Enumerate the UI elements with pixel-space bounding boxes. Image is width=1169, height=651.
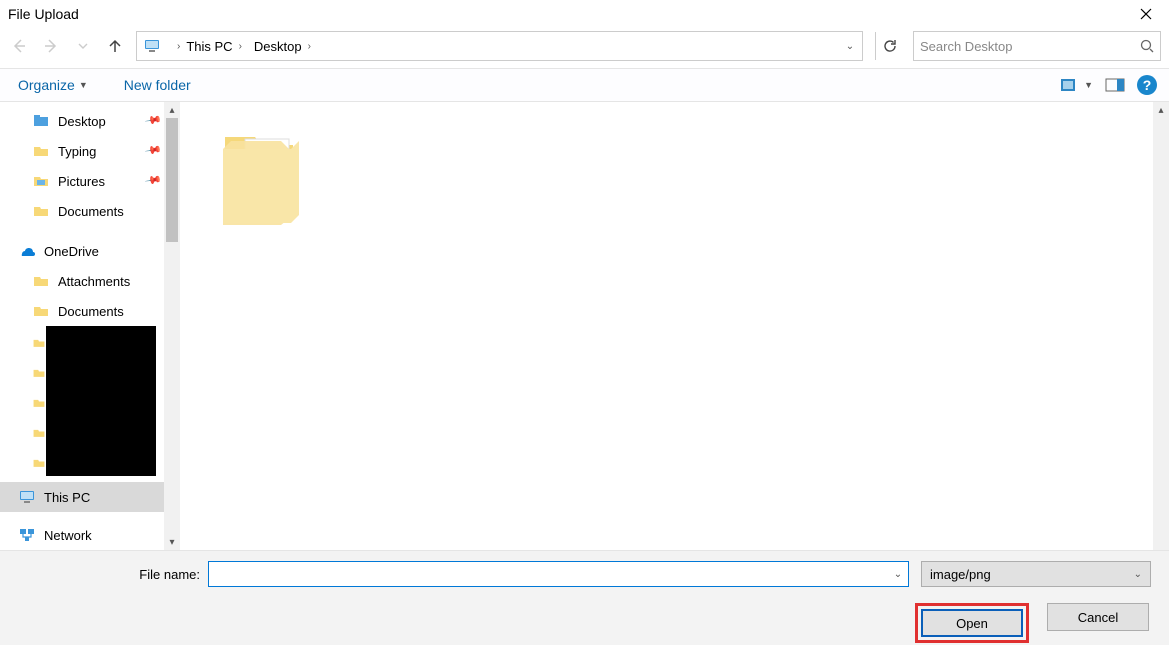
folder-icon — [32, 366, 46, 380]
pin-icon: 📌 — [144, 171, 166, 192]
sidebar-scrollbar-thumb[interactable] — [166, 102, 178, 242]
cancel-label: Cancel — [1078, 610, 1118, 625]
close-button[interactable] — [1123, 0, 1169, 28]
forward-button[interactable] — [40, 35, 62, 57]
tree-item-od-documents[interactable]: Documents — [0, 296, 164, 326]
chevron-down-icon: ▼ — [79, 80, 88, 90]
organize-label: Organize — [18, 77, 75, 93]
folder-icon — [32, 456, 46, 470]
folder-icon — [32, 142, 50, 160]
file-name-label: File name: — [18, 567, 208, 582]
preview-pane-button[interactable] — [1105, 77, 1125, 93]
chevron-down-icon[interactable]: ▼ — [1084, 80, 1093, 90]
folder-icon — [32, 172, 50, 190]
pin-icon: 📌 — [144, 141, 166, 162]
tree-label: This PC — [44, 490, 90, 505]
tree-label: Network — [44, 528, 92, 543]
file-type-filter[interactable]: image/png ⌄ — [921, 561, 1151, 587]
tree-item-typing[interactable]: Typing 📌 — [0, 136, 164, 166]
content-area[interactable]: ▴ — [180, 102, 1169, 550]
tree-item-attachments[interactable]: Attachments — [0, 266, 164, 296]
address-bar[interactable]: › This PC › Desktop › ⌄ — [136, 31, 863, 61]
filter-label: image/png — [930, 567, 991, 582]
organize-button[interactable]: Organize ▼ — [12, 73, 94, 97]
tree-label: Documents — [58, 204, 124, 219]
file-name-input[interactable] — [209, 567, 888, 582]
breadcrumb-label: Desktop — [254, 39, 302, 54]
new-folder-label: New folder — [124, 77, 191, 93]
breadcrumb-label: This PC — [186, 39, 232, 54]
pin-icon: 📌 — [144, 111, 166, 132]
tree-label: Desktop — [58, 114, 106, 129]
breadcrumb-this-pc[interactable]: › This PC › — [165, 32, 248, 60]
scroll-up-button[interactable]: ▴ — [1153, 102, 1169, 118]
tree-label: Typing — [58, 144, 96, 159]
search-box[interactable] — [913, 31, 1161, 61]
nav-bar: › This PC › Desktop › ⌄ — [0, 28, 1169, 64]
this-pc-icon — [18, 488, 36, 506]
folder-item[interactable] — [208, 114, 308, 234]
title-bar: File Upload — [0, 0, 1169, 28]
new-folder-button[interactable]: New folder — [118, 73, 197, 97]
tree-item-pictures[interactable]: Pictures 📌 — [0, 166, 164, 196]
help-button[interactable]: ? — [1137, 75, 1157, 95]
recent-dropdown[interactable] — [72, 35, 94, 57]
tree-item-onedrive[interactable]: OneDrive — [0, 236, 164, 266]
window-title: File Upload — [8, 6, 1123, 22]
back-button[interactable] — [8, 35, 30, 57]
content-scrollbar-track[interactable] — [1153, 102, 1169, 550]
folder-icon — [32, 302, 50, 320]
open-button[interactable]: Open — [921, 609, 1023, 637]
nav-tree: Desktop 📌 Typing 📌 Pictures 📌 Documents … — [0, 102, 180, 550]
search-icon — [1140, 39, 1154, 53]
file-name-combobox[interactable]: ⌄ — [208, 561, 909, 587]
address-dropdown[interactable]: ⌄ — [840, 41, 860, 52]
chevron-right-icon: › — [177, 41, 180, 52]
footer: File name: ⌄ image/png ⌄ Open Cancel — [0, 550, 1169, 645]
redacted-items — [46, 326, 156, 476]
network-icon — [18, 526, 36, 544]
folder-icon — [32, 112, 50, 130]
body-area: Desktop 📌 Typing 📌 Pictures 📌 Documents … — [0, 102, 1169, 550]
refresh-button[interactable] — [875, 32, 903, 60]
this-pc-icon — [143, 37, 161, 55]
tree-item-documents[interactable]: Documents — [0, 196, 164, 226]
toolbar: Organize ▼ New folder ▼ ? — [0, 68, 1169, 102]
tree-label: OneDrive — [44, 244, 99, 259]
up-button[interactable] — [104, 35, 126, 57]
search-input[interactable] — [920, 39, 1140, 54]
chevron-right-icon: › — [239, 41, 242, 52]
file-name-dropdown[interactable]: ⌄ — [888, 569, 908, 580]
tree-label: Pictures — [58, 174, 105, 189]
view-button[interactable] — [1060, 77, 1080, 93]
chevron-right-icon: › — [308, 41, 311, 52]
chevron-down-icon: ⌄ — [1134, 569, 1142, 580]
open-label: Open — [956, 616, 988, 631]
folder-icon — [213, 119, 303, 229]
folder-icon — [32, 336, 46, 350]
breadcrumb-desktop[interactable]: Desktop › — [248, 32, 317, 60]
tree-item-desktop[interactable]: Desktop 📌 — [0, 106, 164, 136]
sidebar: Desktop 📌 Typing 📌 Pictures 📌 Documents … — [0, 102, 180, 550]
tree-label: Documents — [58, 304, 124, 319]
folder-icon — [32, 426, 46, 440]
cancel-button[interactable]: Cancel — [1047, 603, 1149, 631]
tree-item-network[interactable]: Network — [0, 520, 164, 550]
tree-label: Attachments — [58, 274, 130, 289]
folder-icon — [32, 396, 46, 410]
folder-icon — [32, 272, 50, 290]
scroll-up-button[interactable]: ▴ — [164, 102, 180, 118]
onedrive-icon — [18, 242, 36, 260]
folder-icon — [32, 202, 50, 220]
scroll-down-button[interactable]: ▾ — [164, 534, 180, 550]
open-button-highlight: Open — [915, 603, 1029, 643]
tree-item-this-pc[interactable]: This PC — [0, 482, 164, 512]
